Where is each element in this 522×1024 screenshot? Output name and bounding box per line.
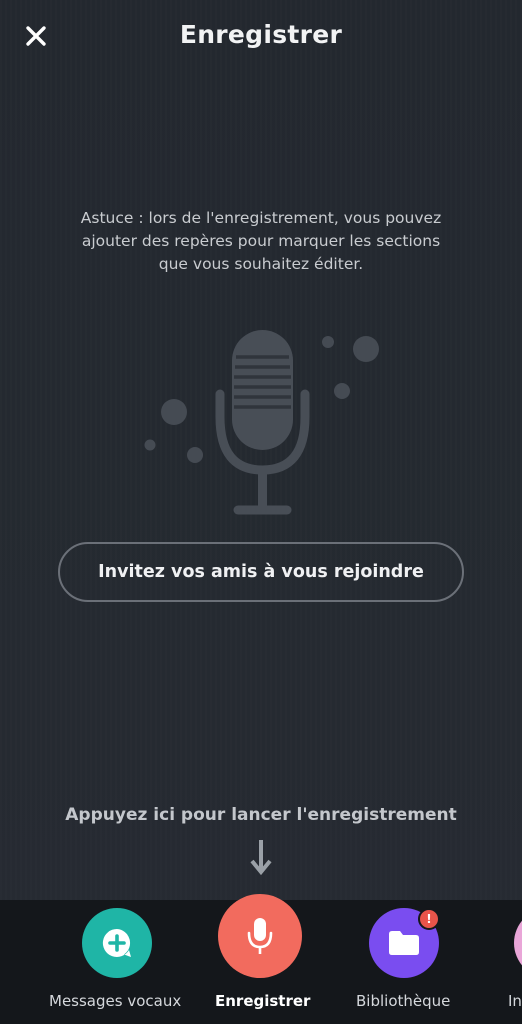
bubble-5 [353,336,379,362]
arrow-down-icon [250,840,272,876]
page-title: Enregistrer [179,20,343,49]
bubble-2 [144,439,156,451]
microphone-illustration [144,330,379,515]
tab-icon-circle [82,908,152,978]
folder-icon [389,931,419,955]
tab-bibliotheque[interactable]: ! Bibliothèque [340,900,480,1024]
bubble-6 [334,383,350,399]
bubble-4 [322,336,334,348]
voice-message-plus-icon [102,928,131,957]
microphone-icon [247,918,273,954]
tab-label: Bibliothèque [356,992,451,1010]
recording-screen: Enregistrer Astuce : lors de l'enregistr… [0,0,522,1024]
tip-text: Astuce : lors de l'enregistrement, vous … [80,209,442,273]
tab-icon-circle [218,894,302,978]
record-hint-text: Appuyez ici pour lancer l'enregistrement [65,805,457,825]
tab-enregistrer[interactable]: Enregistrer [202,894,320,1024]
microphone-icon [215,330,310,515]
tab-icon-circle [514,908,522,978]
bubble-3 [187,447,203,463]
notification-badge: ! [418,908,440,930]
tab-messages-vocaux[interactable]: Messages vocaux [0,900,234,1024]
tab-label: Enregistrer [215,992,311,1010]
bubble-1 [161,399,187,425]
invite-friends-button[interactable]: Invitez vos amis à vous rejoindre [58,542,464,602]
tab-label: In [508,992,522,1010]
bottom-tab-bar: Messages vocaux Enregistrer ! Bibliothèq… [0,894,522,1024]
tab-label: Messages vocaux [49,992,182,1010]
header: Enregistrer [0,0,522,76]
tab-partial[interactable]: In [496,900,522,1024]
